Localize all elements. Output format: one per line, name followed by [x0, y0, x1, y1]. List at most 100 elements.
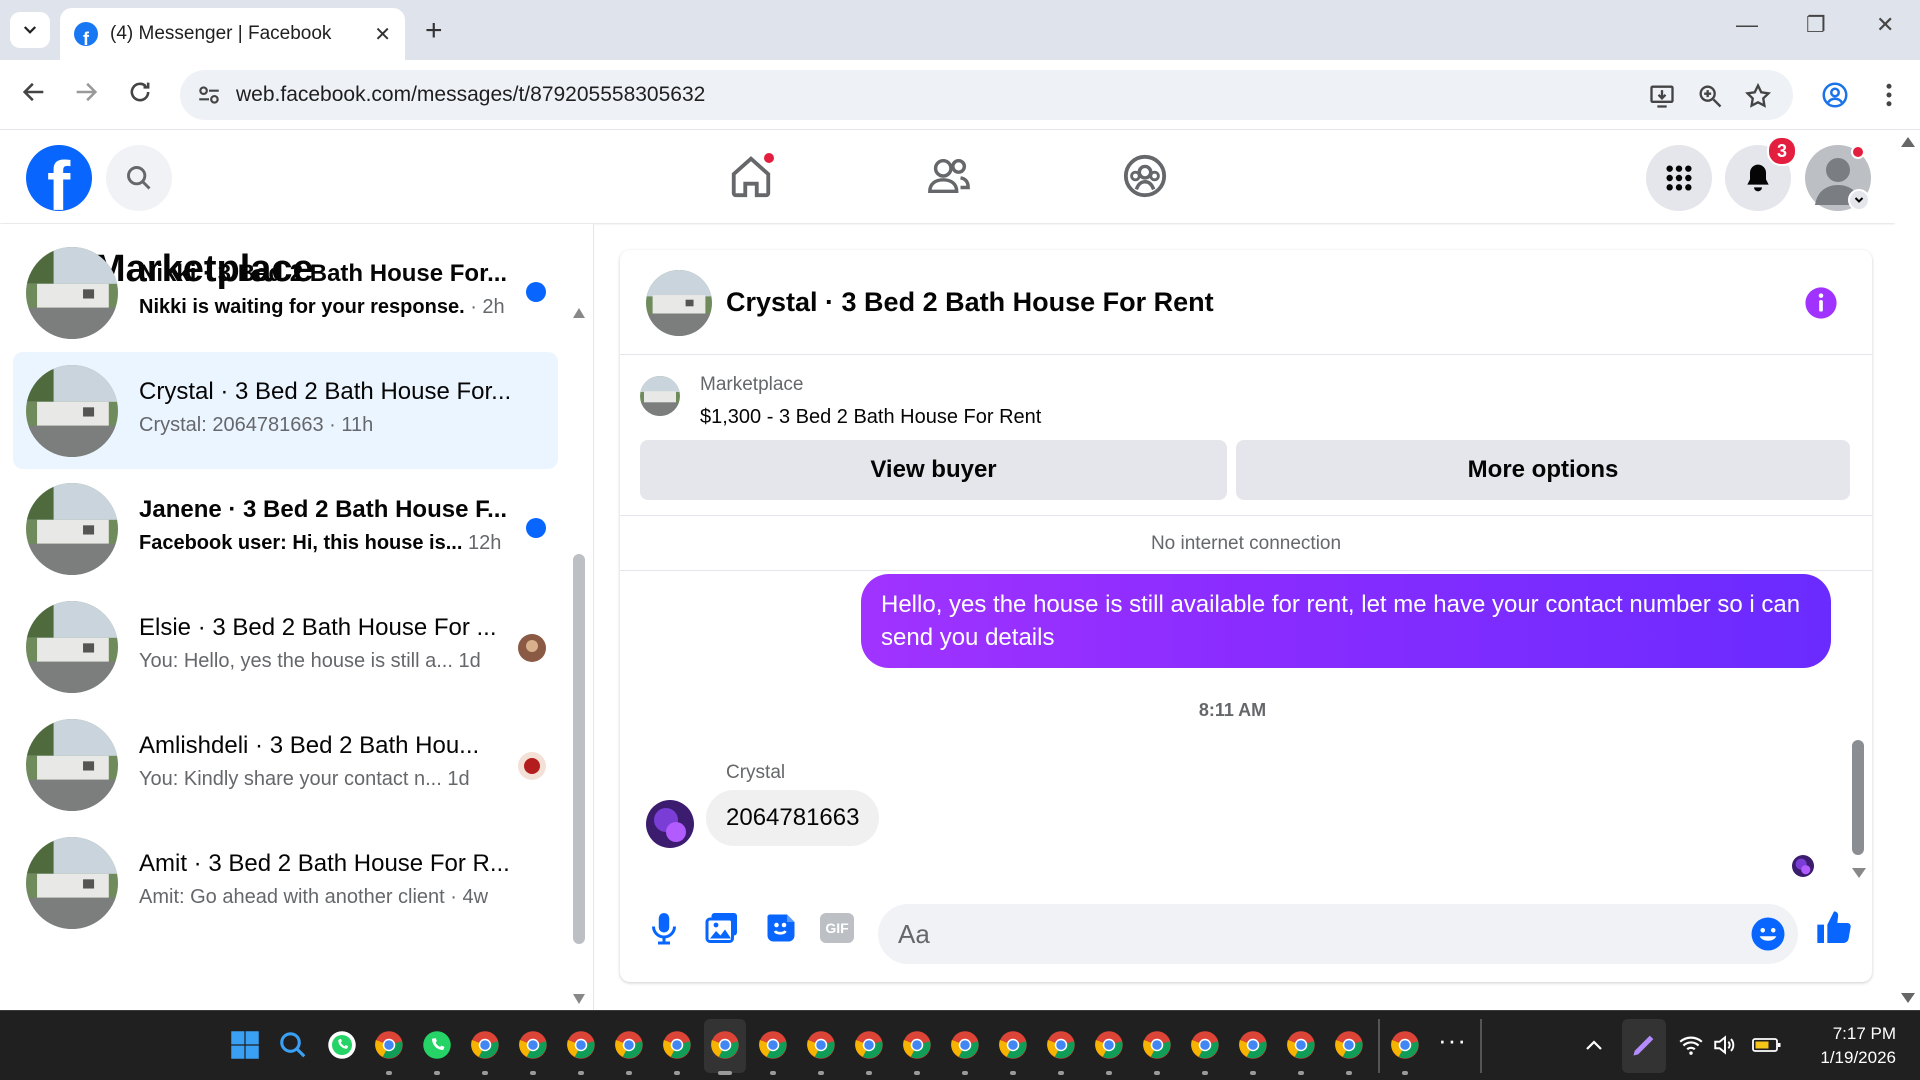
- search-icon: [127, 166, 151, 190]
- friends-icon[interactable]: [926, 153, 972, 199]
- conversation-item[interactable]: Janene · 3 Bed 2 Bath House F... Facebook…: [13, 470, 558, 587]
- site-settings-icon[interactable]: [196, 82, 222, 108]
- photo-attach-icon[interactable]: [704, 910, 740, 946]
- info-icon[interactable]: [1804, 286, 1838, 320]
- chrome-icon[interactable]: [614, 1030, 644, 1060]
- scroll-down-icon[interactable]: [573, 994, 585, 1004]
- tab-title: (4) Messenger | Facebook: [110, 23, 332, 44]
- snippet-time: · 4w: [444, 886, 489, 908]
- profile-icon[interactable]: [1820, 80, 1850, 110]
- sidebar-scrollbar[interactable]: [573, 554, 585, 944]
- system-clock[interactable]: 7:17 PM 1/19/2026: [1820, 1022, 1896, 1070]
- volume-icon[interactable]: [1712, 1030, 1738, 1060]
- view-buyer-button[interactable]: View buyer: [640, 440, 1227, 500]
- listing-price-title[interactable]: $1,300 - 3 Bed 2 Bath House For Rent: [700, 406, 1041, 429]
- chrome-icon[interactable]: [566, 1030, 596, 1060]
- groups-icon[interactable]: [1122, 153, 1168, 199]
- chrome-icon[interactable]: [1190, 1030, 1220, 1060]
- house-thumbnail: [26, 365, 118, 457]
- more-options-button[interactable]: More options: [1236, 440, 1850, 500]
- address-bar[interactable]: web.facebook.com/messages/t/879205558305…: [180, 70, 1793, 120]
- conversation-item[interactable]: Elsie · 3 Bed 2 Bath House For ... You: H…: [13, 588, 558, 705]
- chrome-icon[interactable]: [1142, 1030, 1172, 1060]
- chrome-icon[interactable]: [1238, 1030, 1268, 1060]
- chrome-icon[interactable]: [518, 1030, 548, 1060]
- running-indicator: [578, 1071, 584, 1075]
- taskbar-search-icon[interactable]: [278, 1030, 308, 1060]
- bookmark-star-icon[interactable]: [1744, 82, 1772, 110]
- microphone-icon[interactable]: [646, 910, 682, 946]
- chrome-icon[interactable]: [854, 1030, 884, 1060]
- forward-icon[interactable]: [72, 78, 100, 106]
- thumbs-up-icon[interactable]: [1814, 908, 1854, 948]
- running-indicator: [530, 1071, 536, 1075]
- sender-name: Crystal: [726, 762, 786, 783]
- whatsapp-icon[interactable]: [327, 1030, 357, 1060]
- running-indicator: [626, 1071, 632, 1075]
- battery-icon[interactable]: [1752, 1030, 1782, 1060]
- chrome-icon[interactable]: [950, 1030, 980, 1060]
- chrome-icon[interactable]: [1286, 1030, 1316, 1060]
- conversation-item[interactable]: Amlishdeli · 3 Bed 2 Bath Hou... You: Kin…: [13, 706, 558, 823]
- tab-close-icon[interactable]: ✕: [374, 22, 391, 47]
- tray-chevron-up-icon[interactable]: [1582, 1030, 1606, 1060]
- scroll-down-icon[interactable]: [1852, 868, 1866, 878]
- message-input[interactable]: [898, 904, 1718, 964]
- menu-button[interactable]: [1646, 145, 1712, 211]
- chrome-icon[interactable]: [806, 1030, 836, 1060]
- new-tab-button[interactable]: +: [425, 14, 443, 48]
- facebook-search-button[interactable]: [106, 145, 172, 211]
- chrome-icon[interactable]: [998, 1030, 1028, 1060]
- incoming-message[interactable]: 2064781663: [706, 790, 880, 846]
- conversation-name: Nikki · 3 Bed 2 Bath House For...: [139, 260, 508, 287]
- whatsapp-icon[interactable]: [422, 1030, 452, 1060]
- tab-search-dropdown[interactable]: [10, 12, 50, 48]
- conversation-item[interactable]: Amit · 3 Bed 2 Bath House For R... Amit: …: [13, 824, 558, 941]
- conversation-item[interactable]: Nikki · 3 Bed 2 Bath House For... Nikki i…: [13, 234, 558, 351]
- chrome-icon[interactable]: [1390, 1030, 1420, 1060]
- message-composer[interactable]: [878, 904, 1798, 964]
- gif-button[interactable]: GIF: [820, 913, 854, 943]
- minimize-button[interactable]: —: [1736, 12, 1758, 38]
- browser-menu-icon[interactable]: [1874, 80, 1904, 110]
- reload-icon[interactable]: [126, 78, 154, 106]
- house-thumbnail: [26, 483, 118, 575]
- sender-avatar[interactable]: [646, 800, 694, 848]
- windows-start-icon[interactable]: [230, 1030, 260, 1060]
- outgoing-message[interactable]: Hello, yes the house is still available …: [861, 574, 1831, 668]
- chat-thumbnail[interactable]: [646, 270, 712, 336]
- zoom-icon[interactable]: [1696, 82, 1724, 110]
- account-notification-dot: [1851, 145, 1865, 159]
- account-dropdown-button[interactable]: [1848, 189, 1870, 211]
- chrome-icon[interactable]: [470, 1030, 500, 1060]
- emoji-icon[interactable]: [1750, 916, 1786, 952]
- chrome-icon[interactable]: [710, 1030, 740, 1060]
- conversation-item[interactable]: Crystal · 3 Bed 2 Bath House For... Cryst…: [13, 352, 558, 469]
- chrome-icon[interactable]: [662, 1030, 692, 1060]
- back-icon[interactable]: [20, 78, 48, 106]
- more-apps-button[interactable]: ···: [1438, 1025, 1467, 1056]
- chrome-icon[interactable]: [902, 1030, 932, 1060]
- running-indicator: [1250, 1071, 1256, 1075]
- chat-scrollbar[interactable]: [1852, 740, 1864, 855]
- scroll-down-icon[interactable]: [1901, 993, 1915, 1003]
- chrome-icon[interactable]: [374, 1030, 404, 1060]
- browser-tab[interactable]: f (4) Messenger | Facebook ✕: [60, 8, 405, 60]
- house-thumbnail: [26, 837, 118, 929]
- running-indicator: [1106, 1071, 1112, 1075]
- chrome-icon[interactable]: [1094, 1030, 1124, 1060]
- scroll-up-icon[interactable]: [1901, 137, 1915, 147]
- install-app-icon[interactable]: [1648, 82, 1676, 110]
- scroll-up-icon[interactable]: [573, 308, 585, 318]
- pen-tray-button[interactable]: [1622, 1019, 1666, 1073]
- close-window-button[interactable]: ✕: [1876, 12, 1894, 38]
- facebook-logo-icon[interactable]: f: [26, 145, 92, 211]
- wifi-icon[interactable]: [1678, 1030, 1704, 1060]
- restore-button[interactable]: ❐: [1806, 12, 1826, 38]
- chrome-icon[interactable]: [1046, 1030, 1076, 1060]
- chrome-icon[interactable]: [1334, 1030, 1364, 1060]
- page-scrollbar[interactable]: [1895, 131, 1920, 1010]
- home-notification-dot: [762, 151, 776, 165]
- sticker-icon[interactable]: [763, 910, 799, 946]
- chrome-icon[interactable]: [758, 1030, 788, 1060]
